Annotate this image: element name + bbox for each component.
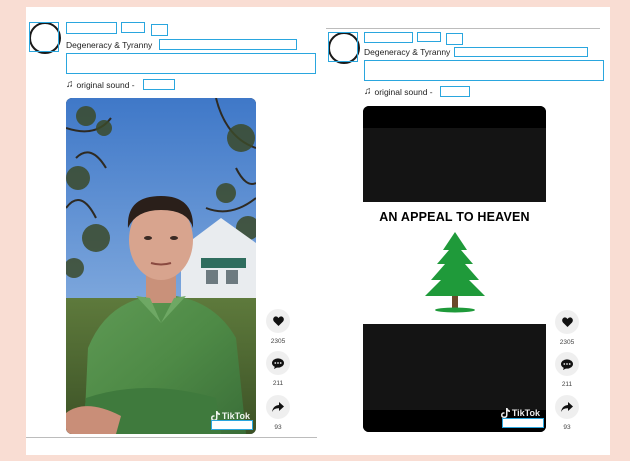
video-dark-band-top <box>363 128 546 202</box>
comment-icon <box>561 358 573 370</box>
share-icon <box>272 402 284 412</box>
video-dark-band-bottom <box>363 324 546 410</box>
comment-icon <box>272 357 284 369</box>
like-button[interactable] <box>266 309 290 333</box>
sound-link[interactable]: ♫ original sound - <box>364 86 433 97</box>
comment-button[interactable] <box>266 351 290 375</box>
author-name[interactable]: Degeneracy & Tyranny <box>66 40 152 50</box>
comment-action[interactable]: 211 <box>266 351 290 387</box>
tiktok-logo-icon <box>500 408 510 418</box>
share-button[interactable] <box>555 395 579 419</box>
like-count: 2305 <box>270 338 286 345</box>
like-count: 2305 <box>559 339 575 346</box>
pine-tree-icon <box>425 232 485 313</box>
video-top-bar <box>363 106 546 128</box>
video-frame-portrait <box>66 98 256 434</box>
sound-label: original sound - <box>76 79 135 90</box>
post-top-divider <box>326 28 600 29</box>
share-action[interactable]: 93 <box>266 395 290 431</box>
comment-count: 211 <box>272 380 284 387</box>
username-redaction <box>66 22 117 34</box>
caption-redaction <box>364 60 604 81</box>
tiktok-watermark: TikTok <box>500 408 540 418</box>
music-note-icon: ♫ <box>66 79 74 90</box>
sound-link[interactable]: ♫ original sound - <box>66 79 135 90</box>
sound-name-redaction <box>440 86 470 97</box>
video-player[interactable]: AN APPEAL TO HEAVEN TikTok <box>363 106 546 432</box>
like-action[interactable]: 2305 <box>555 310 579 346</box>
sound-name-redaction <box>143 79 175 90</box>
date-redaction <box>446 33 463 45</box>
avatar-redaction <box>29 22 59 52</box>
username-redaction <box>364 32 413 43</box>
flag-title: AN APPEAL TO HEAVEN <box>379 210 530 224</box>
video-player[interactable]: TikTok <box>66 98 256 434</box>
watermark-handle-redaction <box>211 420 253 430</box>
watermark-text: TikTok <box>511 408 540 418</box>
share-icon <box>561 402 573 412</box>
handle-redaction <box>417 32 441 42</box>
share-action[interactable]: 93 <box>555 395 579 431</box>
like-button[interactable] <box>555 310 579 334</box>
author-extra-redaction <box>454 47 588 57</box>
share-button[interactable] <box>266 395 290 419</box>
avatar-redaction <box>328 32 358 62</box>
share-count: 93 <box>563 424 571 431</box>
like-action[interactable]: 2305 <box>266 309 290 345</box>
music-note-icon: ♫ <box>364 86 372 97</box>
sound-label: original sound - <box>374 86 433 97</box>
share-count: 93 <box>274 424 282 431</box>
heart-icon <box>272 316 284 326</box>
handle-redaction <box>121 22 145 33</box>
comment-button[interactable] <box>555 352 579 376</box>
date-redaction <box>151 24 168 36</box>
comment-count: 211 <box>561 381 573 388</box>
watermark-handle-redaction <box>502 418 544 428</box>
author-extra-redaction <box>159 39 297 50</box>
post-divider <box>26 437 317 438</box>
comment-action[interactable]: 211 <box>555 352 579 388</box>
caption-redaction <box>66 53 316 74</box>
heart-icon <box>561 317 573 327</box>
author-name[interactable]: Degeneracy & Tyranny <box>364 47 450 57</box>
